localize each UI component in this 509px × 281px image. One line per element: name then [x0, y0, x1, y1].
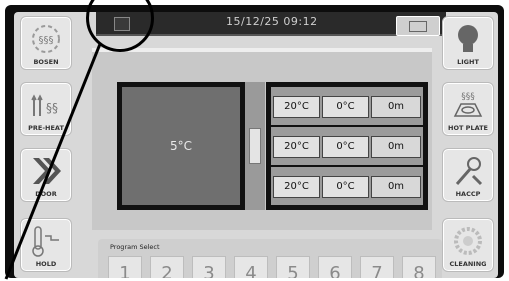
device-frame: 15/12/25 09:12 §§§ BOSEN §§ PRE-HEAT DOO… — [0, 0, 509, 281]
callout-pointer-line — [4, 43, 102, 280]
